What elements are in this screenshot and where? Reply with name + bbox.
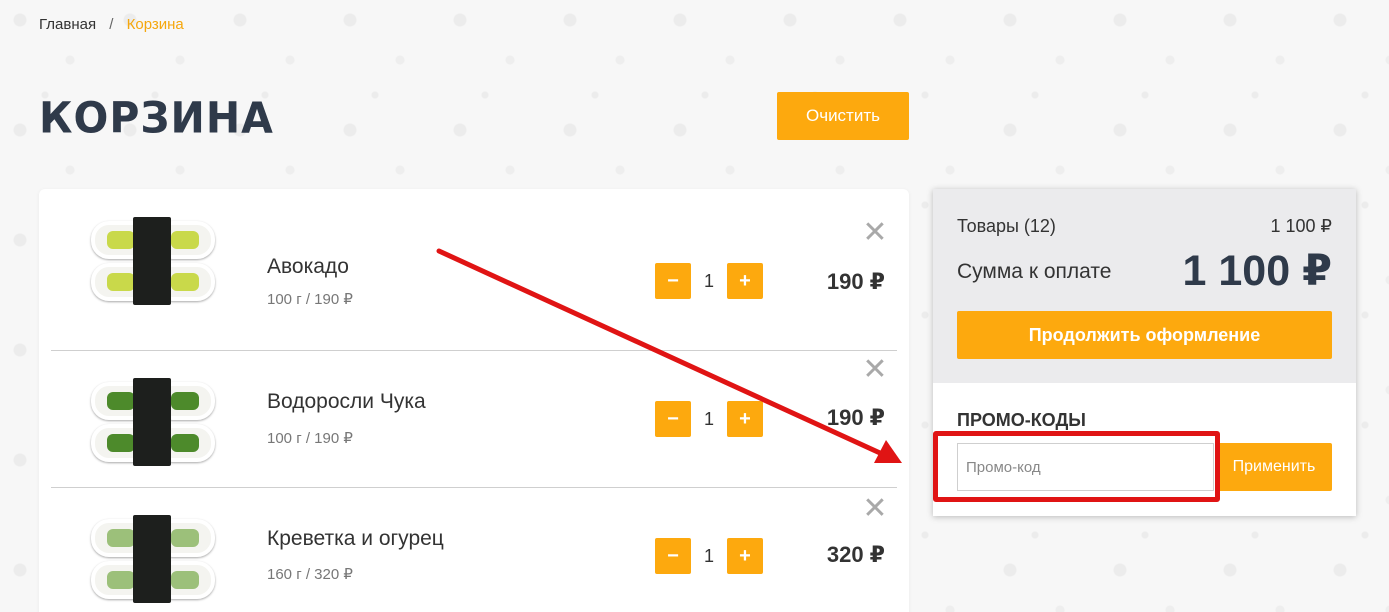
- apply-promo-button[interactable]: Применить: [1216, 443, 1332, 491]
- total-amount: 1 100 ₽: [1182, 247, 1332, 295]
- breadcrumb: Главная / Корзина: [39, 16, 184, 33]
- remove-item-icon[interactable]: ✕: [861, 355, 889, 385]
- divider: [51, 487, 897, 488]
- quantity-value: 1: [703, 271, 714, 291]
- goods-amount: 1 100 ₽: [1270, 216, 1333, 236]
- product-name[interactable]: Креветка и огурец: [267, 527, 444, 551]
- cart-item: Креветка и огурец 160 г / 320 ₽ − 1 + 32…: [39, 487, 909, 612]
- page-title: Корзина: [39, 92, 274, 144]
- continue-checkout-button[interactable]: Продолжить оформление: [957, 311, 1332, 359]
- product-name[interactable]: Водоросли Чука: [267, 390, 426, 414]
- quantity-value: 1: [703, 409, 714, 429]
- remove-item-icon[interactable]: ✕: [861, 218, 889, 248]
- remove-item-icon[interactable]: ✕: [861, 494, 889, 524]
- order-summary: Товары (12) 1 100 ₽ Сумма к оплате 1 100…: [933, 189, 1356, 516]
- product-weight-price: 100 г / 190 ₽: [267, 430, 353, 447]
- breadcrumb-current: Корзина: [126, 16, 184, 33]
- breadcrumb-home-link[interactable]: Главная: [39, 16, 96, 33]
- product-name[interactable]: Авокадо: [267, 255, 349, 279]
- item-total-price: 190 ₽: [826, 269, 885, 294]
- product-image: [89, 378, 219, 466]
- promo-codes-heading: ПРОМО-КОДЫ: [957, 410, 1086, 430]
- cart-list: Авокадо 100 г / 190 ₽ − 1 + 190 ₽ ✕ Водо…: [39, 189, 909, 612]
- cart-item: Водоросли Чука 100 г / 190 ₽ − 1 + 190 ₽…: [39, 350, 909, 487]
- decrease-quantity-button[interactable]: −: [655, 263, 691, 299]
- product-weight-price: 100 г / 190 ₽: [267, 291, 353, 308]
- divider: [51, 350, 897, 351]
- goods-count-label: Товары (12): [957, 216, 1056, 236]
- increase-quantity-button[interactable]: +: [727, 401, 763, 437]
- item-total-price: 320 ₽: [826, 542, 885, 567]
- item-total-price: 190 ₽: [826, 405, 885, 430]
- summary-totals: Товары (12) 1 100 ₽ Сумма к оплате 1 100…: [933, 189, 1356, 383]
- increase-quantity-button[interactable]: +: [727, 538, 763, 574]
- increase-quantity-button[interactable]: +: [727, 263, 763, 299]
- decrease-quantity-button[interactable]: −: [655, 401, 691, 437]
- product-image: [89, 217, 219, 305]
- total-label: Сумма к оплате: [957, 260, 1112, 283]
- product-weight-price: 160 г / 320 ₽: [267, 566, 353, 583]
- clear-cart-button[interactable]: Очистить: [777, 92, 909, 140]
- decrease-quantity-button[interactable]: −: [655, 538, 691, 574]
- product-image: [89, 515, 219, 603]
- cart-item: Авокадо 100 г / 190 ₽ − 1 + 190 ₽ ✕: [39, 189, 909, 326]
- promo-code-input[interactable]: [957, 443, 1214, 491]
- breadcrumb-separator: /: [109, 16, 114, 33]
- quantity-value: 1: [703, 546, 714, 566]
